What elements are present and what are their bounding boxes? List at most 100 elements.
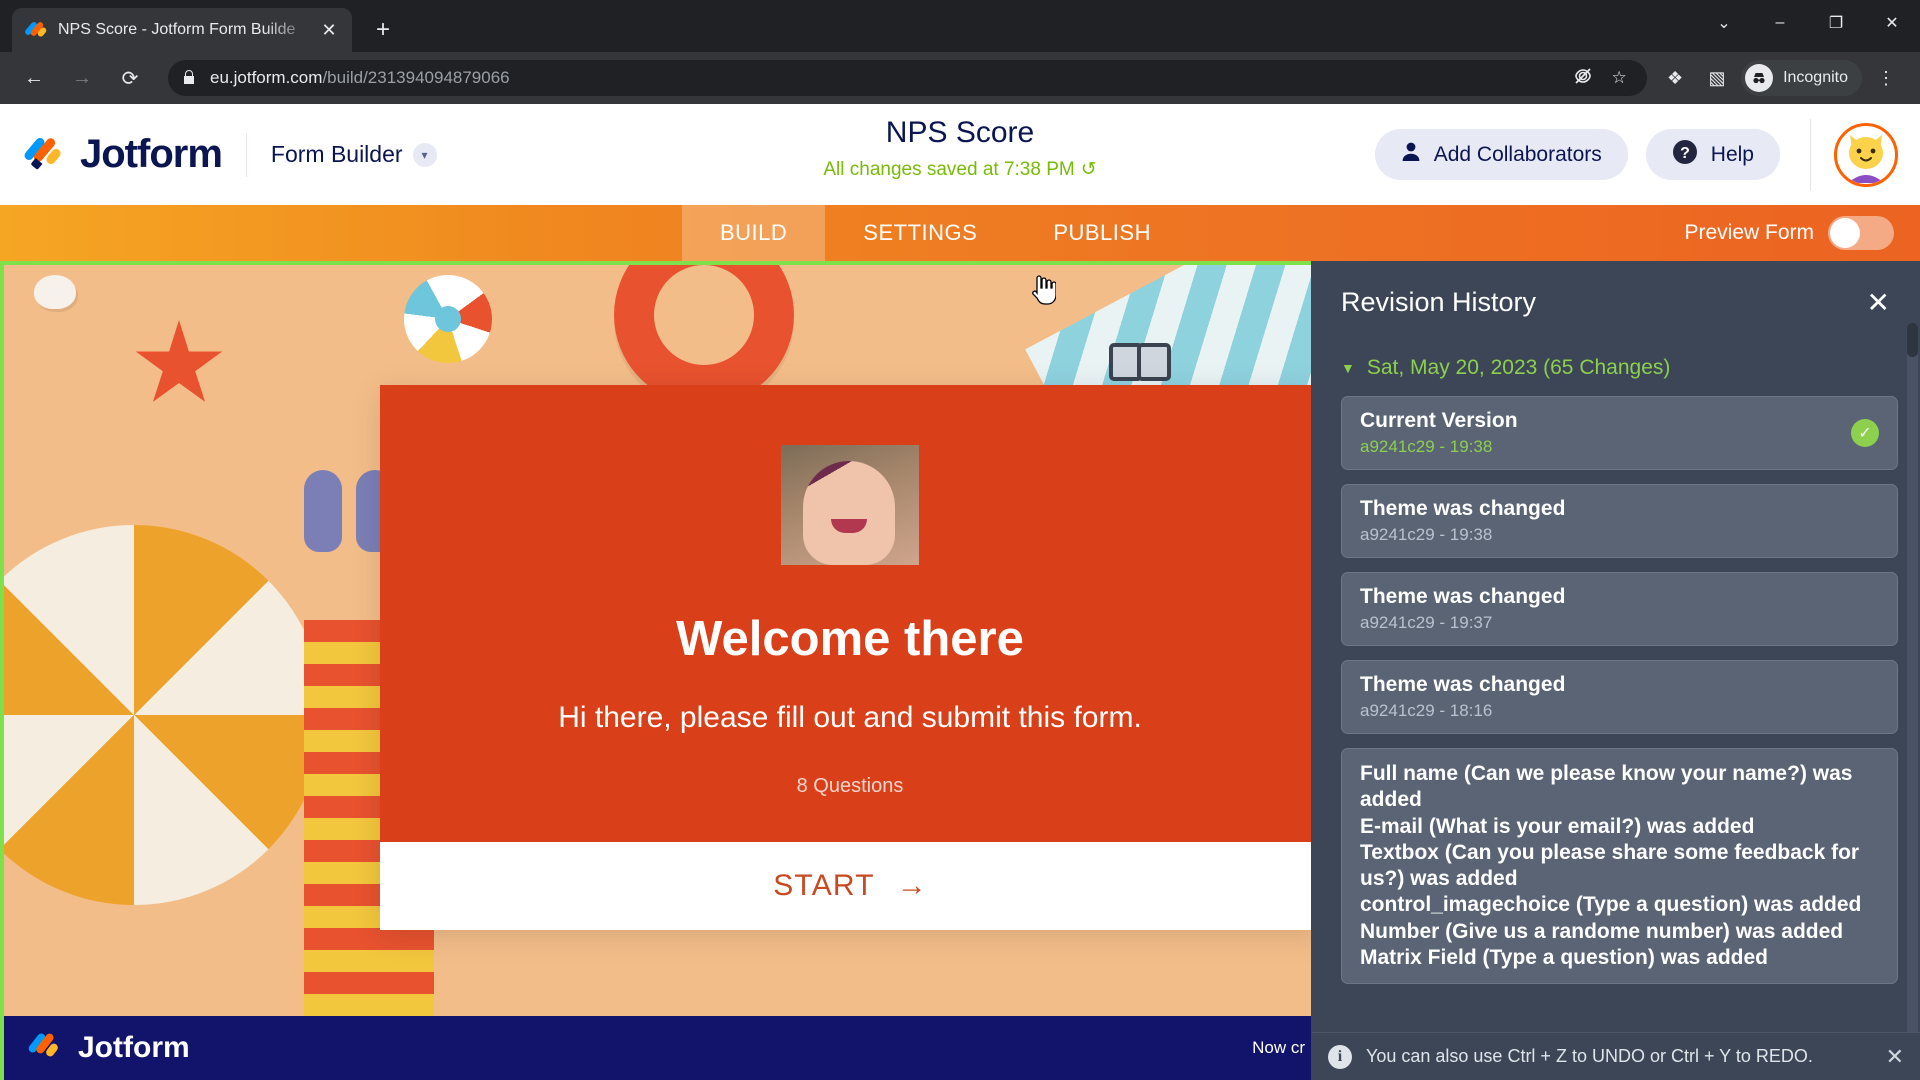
incognito-label: Incognito [1783,69,1848,86]
form-preview-canvas[interactable]: Welcome there Hi there, please fill out … [0,261,1311,1080]
start-button-label: START [773,869,875,902]
minimize-window-icon[interactable]: – [1752,0,1808,46]
preview-toggle-switch[interactable] [1828,216,1894,250]
bookmark-star-icon[interactable]: ☆ [1605,68,1633,88]
page-title[interactable]: NPS Score [823,116,1096,150]
browser-toolbar: ← → ⟳ eu.jotform.com/build/2313940948790… [0,52,1920,104]
beach-umbrella-icon [4,525,324,905]
app-header-actions: Add Collaborators ? Help [1374,118,1920,191]
jotform-logo[interactable]: Jotform [22,132,223,177]
welcome-card[interactable]: Welcome there Hi there, please fill out … [380,385,1311,930]
forward-button[interactable]: → [62,58,102,98]
revision-item-title: Theme was changed [1360,673,1566,696]
revision-change-line: Matrix Field (Type a question) was added [1360,945,1769,969]
revision-item[interactable]: Theme was changed a9241c29 - 19:37 [1341,572,1898,646]
revision-item-meta: a9241c29 - 18:16 [1360,701,1493,720]
add-collaborators-button[interactable]: Add Collaborators [1374,129,1628,180]
back-button[interactable]: ← [14,58,54,98]
question-count: 8 Questions [796,775,904,797]
address-bar[interactable]: eu.jotform.com/build/231394094879066 ☆ [168,60,1648,96]
revision-item[interactable]: Theme was changed a9241c29 - 18:16 [1341,660,1898,734]
welcome-heading: Welcome there [676,612,1024,666]
close-tab-icon[interactable]: ✕ [316,17,342,43]
browser-toolbar-icons: ❖ ▧ Incognito ⋮ [1657,60,1910,96]
window-controls: ⌄ – ❐ ✕ [1696,0,1920,46]
person-icon [1401,141,1421,168]
caret-down-icon: ▼ [1341,360,1355,376]
url-domain: eu.jotform.com [210,68,323,87]
restore-window-icon[interactable]: ❐ [1808,0,1864,46]
form-title-block: NPS Score All changes saved at 7:38 PM ↺ [823,116,1096,181]
revision-item-changes[interactable]: Full name (Can we please know your name?… [1341,748,1898,984]
browser-menu-icon[interactable]: ⋮ [1868,60,1904,96]
tracking-protection-icon[interactable] [1569,66,1597,91]
question-mark-icon: ? [1672,139,1698,171]
page-content: Jotform Form Builder ▾ NPS Score All cha… [0,104,1920,1080]
float-ring-icon [614,265,794,405]
footer-jotform-logo[interactable]: Jotform [27,1031,190,1065]
jotform-footer-logo-icon [27,1031,64,1065]
extensions-icon[interactable]: ❖ [1657,60,1693,96]
revision-panel-scrollbar-track[interactable] [1907,323,1918,1063]
avatar [1833,122,1898,187]
tab-search-icon[interactable]: ⌄ [1696,0,1752,46]
builder-navbar: BUILD SETTINGS PUBLISH Preview Form [0,205,1920,261]
revision-history-icon[interactable]: ↺ [1081,158,1097,181]
welcome-photo [781,445,919,565]
add-collaborators-label: Add Collaborators [1433,142,1602,166]
revision-date-group-label: Sat, May 20, 2023 (65 Changes) [1366,356,1671,379]
user-avatar-wrap[interactable] [1810,118,1920,191]
chevron-down-icon: ▾ [412,142,437,167]
omnibox-actions: ☆ [1569,66,1633,91]
revision-change-line: Full name (Can we please know your name?… [1360,762,1853,812]
incognito-avatar-icon [1745,64,1774,92]
footer-note: Now cr [1252,1038,1305,1057]
revision-date-group[interactable]: ▼ Sat, May 20, 2023 (65 Changes) [1311,318,1920,396]
revision-item-main: Theme was changed a9241c29 - 19:37 [1360,585,1879,633]
revision-change-lines: Full name (Can we please know your name?… [1360,761,1879,971]
help-button[interactable]: ? Help [1645,129,1780,180]
welcome-card-body: Welcome there Hi there, please fill out … [380,385,1311,842]
preview-form-toggle[interactable]: Preview Form [1684,205,1920,261]
welcome-subtitle: Hi there, please fill out and submit thi… [558,701,1142,734]
revision-change-line: E-mail (What is your email?) was added [1360,814,1755,838]
close-icon[interactable]: ✕ [1867,288,1890,317]
app-header: Jotform Form Builder ▾ NPS Score All cha… [0,104,1920,205]
revision-item-title: Theme was changed [1360,497,1566,520]
jotform-wordmark: Jotform [80,132,223,176]
tab-publish[interactable]: PUBLISH [1015,205,1189,261]
revision-item[interactable]: Theme was changed a9241c29 - 19:38 [1341,484,1898,558]
browser-tabstrip: NPS Score - Jotform Form Builde ✕ + ⌄ – … [0,0,1920,52]
footer-wordmark: Jotform [78,1031,190,1064]
lock-icon [182,69,196,88]
tab-settings[interactable]: SETTINGS [825,205,1015,261]
builder-tabs: BUILD SETTINGS PUBLISH [682,205,1189,261]
help-label: Help [1710,142,1754,166]
close-toast-icon[interactable]: ✕ [1886,1045,1904,1068]
revision-item-meta: a9241c29 - 19:37 [1360,613,1493,632]
incognito-profile-chip[interactable]: Incognito [1741,60,1862,96]
builder-body: Welcome there Hi there, please fill out … [0,261,1920,1080]
revision-panel-scrollbar-thumb[interactable] [1907,323,1918,357]
jotform-logo-icon [22,134,68,176]
toast-message: You can also use Ctrl + Z to UNDO or Ctr… [1366,1046,1813,1066]
revision-change-line: Textbox (Can you please share some feedb… [1360,840,1860,890]
shell-icon [34,275,76,309]
revision-item-current[interactable]: Current Version a9241c29 - 19:38 ✓ [1341,396,1898,470]
tab-build[interactable]: BUILD [682,205,826,261]
browser-tab[interactable]: NPS Score - Jotform Form Builde ✕ [12,8,352,52]
revision-item-meta: a9241c29 - 19:38 [1360,437,1493,456]
product-selector[interactable]: Form Builder ▾ [271,141,437,168]
new-tab-button[interactable]: + [366,13,400,47]
save-status: All changes saved at 7:38 PM ↺ [823,158,1096,181]
revision-item-main: Theme was changed a9241c29 - 19:38 [1360,497,1879,545]
save-status-text: All changes saved at 7:38 PM [823,158,1075,180]
revision-history-title: Revision History [1341,287,1537,317]
side-panel-icon[interactable]: ▧ [1699,60,1735,96]
close-window-icon[interactable]: ✕ [1864,0,1920,46]
url-path: /build/231394094879066 [322,68,510,87]
revision-item-main: Theme was changed a9241c29 - 18:16 [1360,673,1879,721]
start-button[interactable]: START → [380,842,1311,930]
revision-history-panel: Revision History ✕ ▼ Sat, May 20, 2023 (… [1311,261,1920,1080]
reload-button[interactable]: ⟳ [110,58,150,98]
